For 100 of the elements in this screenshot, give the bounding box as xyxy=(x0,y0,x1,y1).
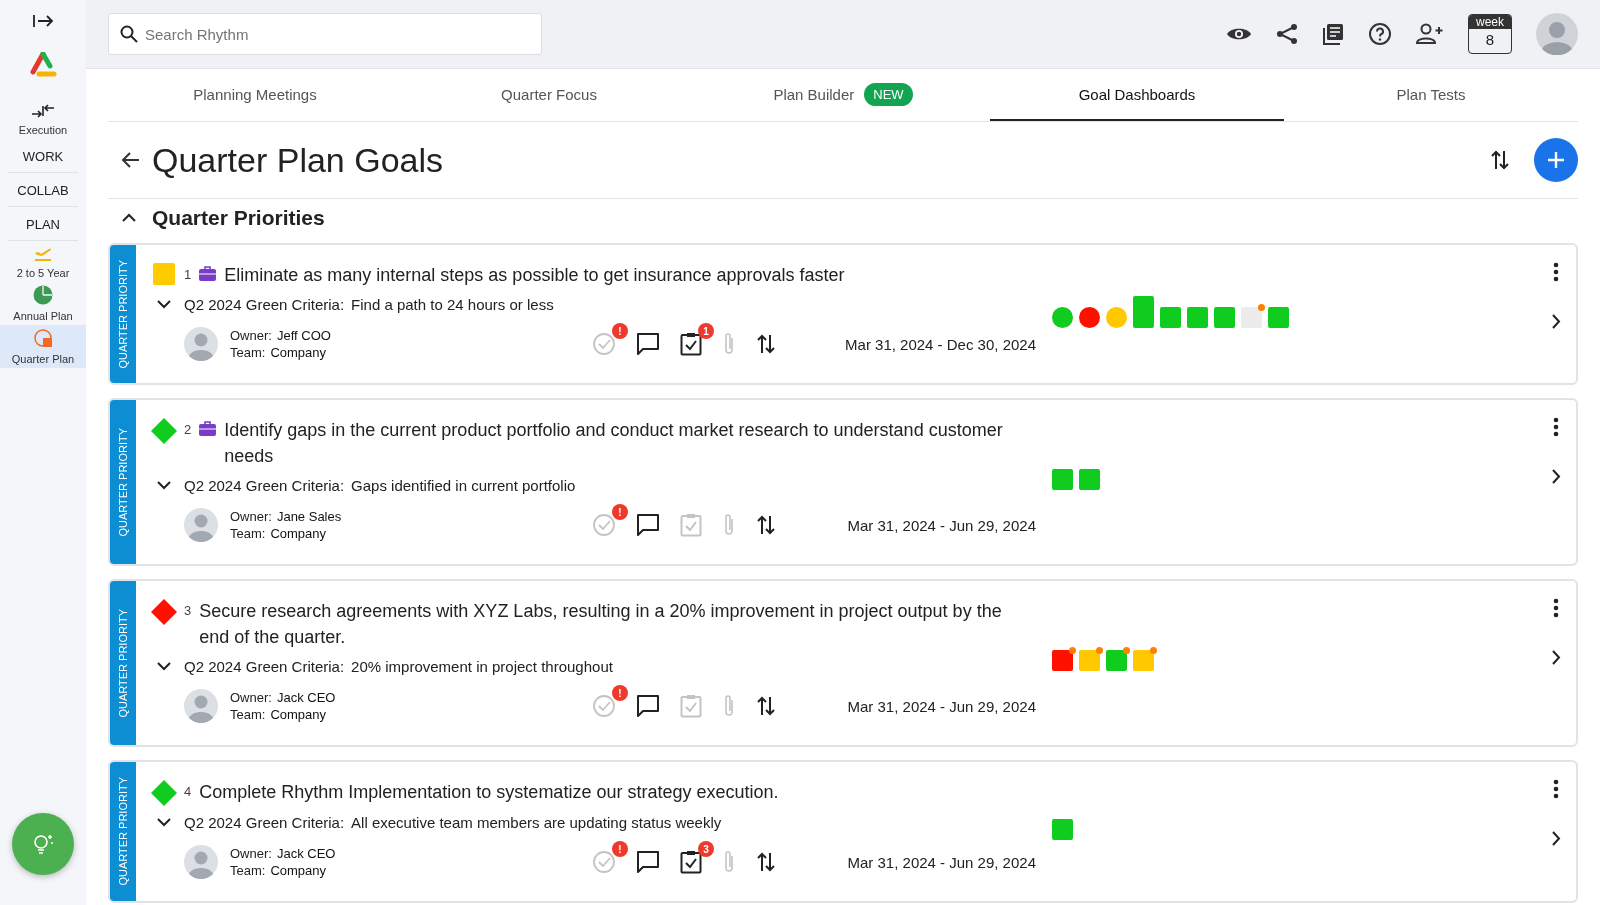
document-stack-icon[interactable] xyxy=(1322,23,1344,45)
sidebar-item[interactable]: Annual Plan xyxy=(0,282,86,325)
clipboard-check-icon[interactable] xyxy=(680,513,702,537)
chevron-right-icon[interactable] xyxy=(1551,831,1561,846)
criteria-text: Find a path to 24 hours or less xyxy=(351,296,554,313)
logo-icon[interactable] xyxy=(29,52,57,78)
arrows-inward-icon[interactable] xyxy=(31,103,55,119)
status-dot[interactable] xyxy=(1079,306,1100,328)
search-field[interactable]: Search Rhythm xyxy=(108,13,542,55)
paperclip-icon[interactable] xyxy=(722,850,736,874)
chevron-right-icon[interactable] xyxy=(1551,650,1561,665)
flag-dot xyxy=(1258,303,1265,311)
back-arrow-icon[interactable] xyxy=(120,151,140,169)
criteria-text: All executive team members are updating status weekly xyxy=(351,814,722,831)
status-marker[interactable] xyxy=(1268,306,1289,328)
pie-chart-icon xyxy=(33,285,53,305)
owner-label: Owner: xyxy=(230,690,272,705)
comment-icon[interactable] xyxy=(636,513,660,537)
clipboard-check-icon[interactable] xyxy=(680,332,702,356)
clipboard-check-icon[interactable] xyxy=(680,850,702,874)
flag-dot xyxy=(1096,647,1103,654)
criteria-text: Gaps identified in current portfolio xyxy=(351,477,576,494)
sidebar-item[interactable]: Quarter Plan xyxy=(0,325,86,368)
comment-icon[interactable] xyxy=(636,694,660,718)
sidebar-item[interactable]: 2 to 5 Year xyxy=(0,241,86,282)
status-marker[interactable] xyxy=(1079,650,1100,671)
more-options-icon[interactable] xyxy=(1553,779,1559,799)
status-marker[interactable] xyxy=(1052,650,1073,671)
lightbulb-button[interactable] xyxy=(12,813,74,875)
more-options-icon[interactable] xyxy=(1553,598,1559,618)
sort-arrows-icon[interactable] xyxy=(756,851,776,873)
clipboard-check-icon[interactable] xyxy=(680,694,702,718)
comment-icon[interactable] xyxy=(636,332,660,356)
goal-number: 1 xyxy=(184,267,192,282)
status-dot[interactable] xyxy=(1106,306,1127,328)
sort-arrows-icon[interactable] xyxy=(756,514,776,536)
check-circle-icon[interactable] xyxy=(592,513,616,537)
sidebar-section[interactable]: WORK xyxy=(8,141,78,173)
sidebar-section[interactable]: PLAN xyxy=(8,209,78,241)
team-label: Team: xyxy=(230,863,266,878)
tab[interactable]: Quarter Focus xyxy=(402,69,696,121)
more-options-icon[interactable] xyxy=(1553,417,1559,437)
status-dot[interactable] xyxy=(1052,306,1073,328)
expand-chevron-icon[interactable] xyxy=(157,481,171,490)
goal-title[interactable]: Identify gaps in the current product portfolio and conduct market research to understand customer needs xyxy=(224,417,1036,469)
tab[interactable]: Planning Meetings xyxy=(108,69,402,121)
paperclip-icon[interactable] xyxy=(722,513,736,537)
avatar-icon xyxy=(184,689,218,723)
status-marker[interactable] xyxy=(1052,469,1073,490)
check-circle-icon[interactable] xyxy=(592,694,616,718)
status-marker[interactable] xyxy=(1187,306,1208,328)
sort-arrows-icon[interactable] xyxy=(1490,149,1510,171)
tab[interactable]: Plan Builder NEW xyxy=(696,69,990,121)
goal-title[interactable]: Eliminate as many internal steps as possible to get insurance approvals faster xyxy=(224,262,845,288)
goal-number: 2 xyxy=(184,422,192,437)
new-badge: NEW xyxy=(864,82,913,106)
chevron-right-icon[interactable] xyxy=(1551,314,1561,329)
expand-chevron-icon[interactable] xyxy=(157,300,171,309)
goal-title[interactable]: Secure research agreements with XYZ Labs, resulting in a 20% improvement in project output by the end of the quarter. xyxy=(199,598,1036,650)
expand-chevron-icon[interactable] xyxy=(157,818,171,827)
comment-icon[interactable] xyxy=(636,850,660,874)
status-marker[interactable] xyxy=(1160,306,1181,328)
paperclip-icon[interactable] xyxy=(722,694,736,718)
chevron-right-icon[interactable] xyxy=(1551,469,1561,484)
share-icon[interactable] xyxy=(1276,23,1298,45)
date-range: Mar 31, 2024 - Jun 29, 2024 xyxy=(847,853,1036,871)
owner-name: Jack CEO xyxy=(276,846,336,861)
side-stripe: QUARTER PRIORITY xyxy=(110,762,136,901)
alert-badge: ! xyxy=(612,504,628,520)
collapse-chevron-icon[interactable] xyxy=(122,213,136,223)
team-label: Team: xyxy=(230,345,266,360)
help-icon[interactable] xyxy=(1368,22,1392,46)
status-marker[interactable] xyxy=(1079,469,1100,490)
sidebar-label[interactable]: Execution xyxy=(18,124,68,136)
add-button[interactable] xyxy=(1534,138,1578,182)
paperclip-icon[interactable] xyxy=(722,332,736,356)
add-user-icon[interactable] xyxy=(1416,23,1444,45)
status-marker[interactable] xyxy=(1052,818,1073,840)
side-stripe: QUARTER PRIORITY xyxy=(110,245,136,383)
status-marker[interactable] xyxy=(1106,650,1127,671)
page-title: Quarter Plan Goals xyxy=(152,140,444,180)
week-calendar[interactable]: week 8 xyxy=(1468,14,1512,54)
expand-chevron-icon[interactable] xyxy=(157,662,171,671)
alert-badge: ! xyxy=(612,685,628,701)
goal-title[interactable]: Complete Rhythm Implementation to systematize our strategy execution. xyxy=(199,779,779,805)
expand-icon[interactable] xyxy=(32,14,54,28)
status-marker[interactable] xyxy=(1214,306,1235,328)
status-diamond[interactable] xyxy=(151,599,177,625)
tab[interactable]: Goal Dashboards xyxy=(990,69,1284,121)
tab[interactable]: Plan Tests xyxy=(1284,69,1578,121)
sort-arrows-icon[interactable] xyxy=(756,333,776,355)
status-marker[interactable] xyxy=(1241,306,1262,328)
check-circle-icon[interactable] xyxy=(592,850,616,874)
sort-arrows-icon[interactable] xyxy=(756,695,776,717)
status-marker[interactable] xyxy=(1133,650,1154,671)
avatar-icon[interactable] xyxy=(1536,13,1578,55)
more-options-icon[interactable] xyxy=(1553,262,1559,282)
sidebar-section[interactable]: COLLAB xyxy=(8,175,78,207)
status-marker[interactable] xyxy=(1133,295,1154,328)
check-circle-icon[interactable] xyxy=(592,332,616,356)
